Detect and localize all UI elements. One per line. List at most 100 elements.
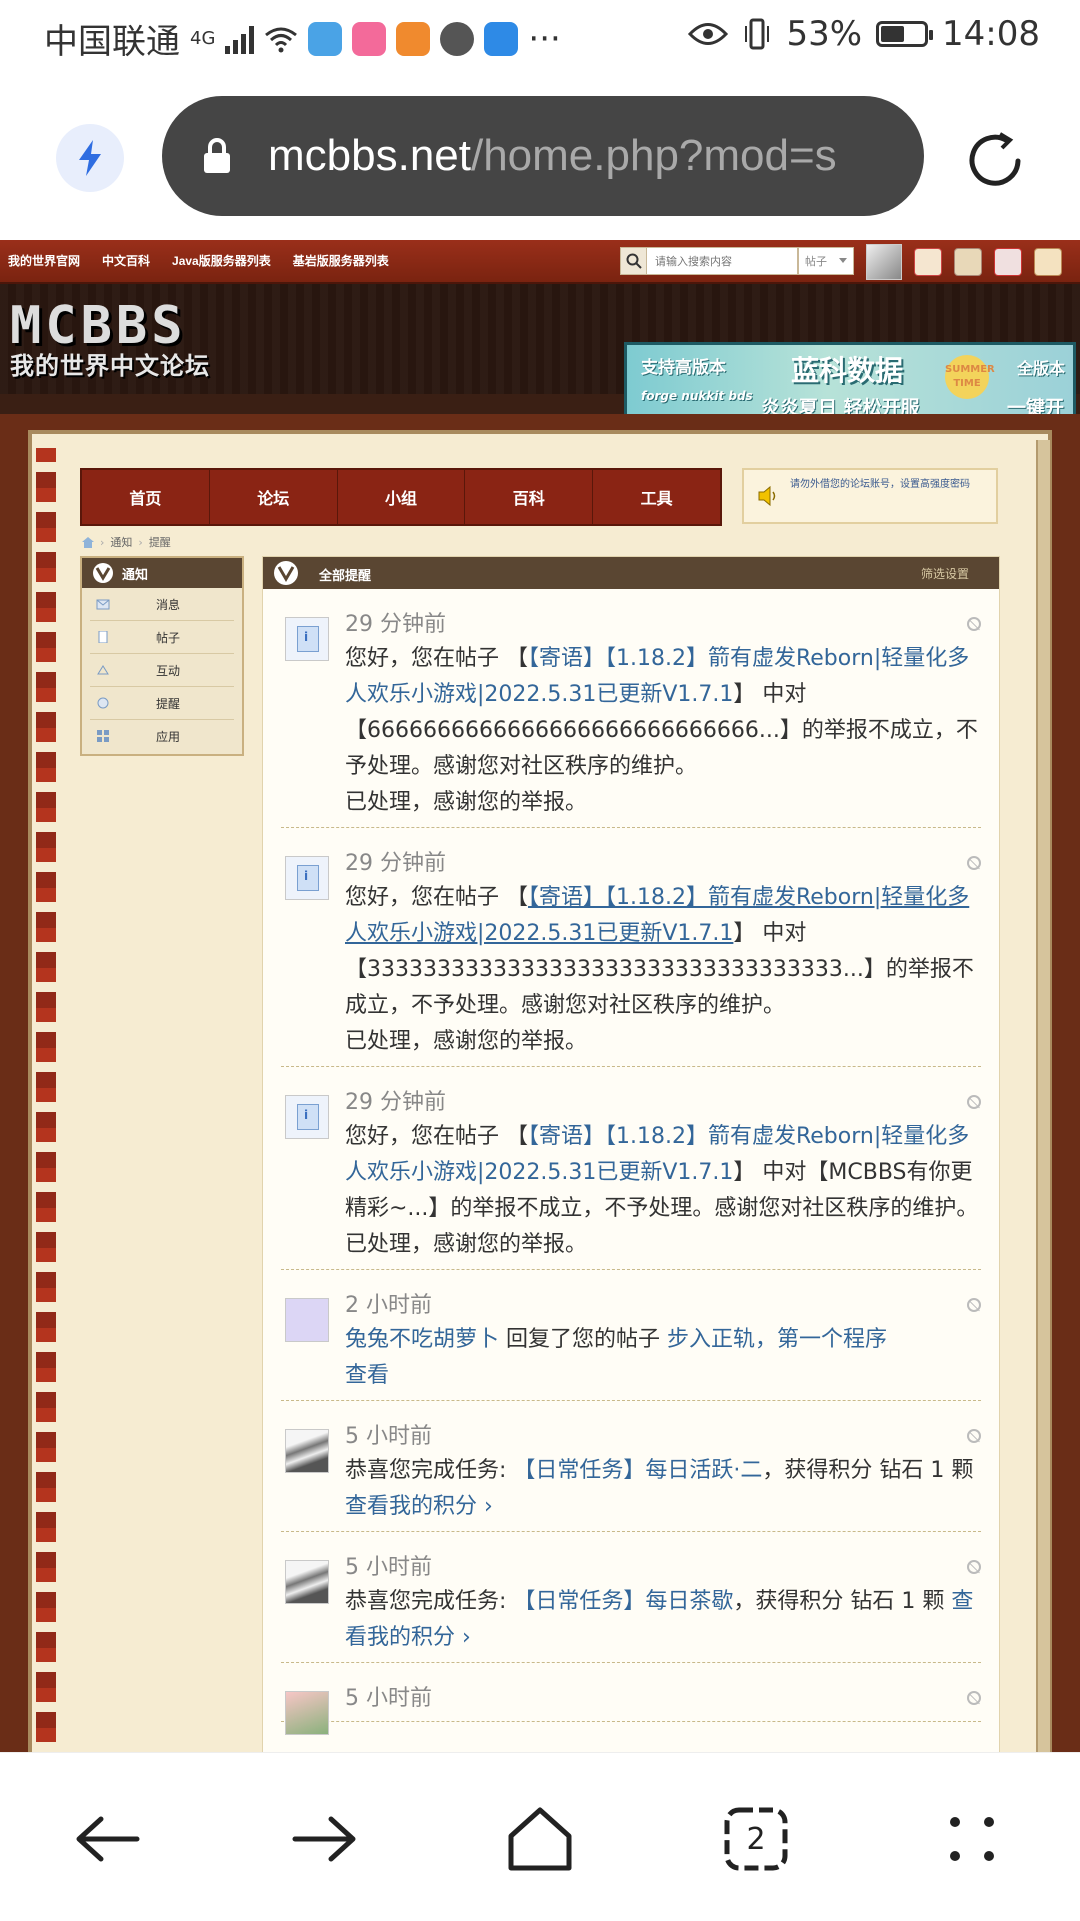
back-button[interactable] xyxy=(58,1789,158,1889)
browser-app-icon xyxy=(440,21,475,56)
potion-icon[interactable] xyxy=(994,248,1022,276)
nav-forum[interactable]: 论坛 xyxy=(210,470,338,524)
nav-wiki[interactable]: 百科 xyxy=(465,470,594,524)
forum-top-bar: 我的世界官网 中文百科 Java版服务器列表 基岩版服务器列表 帖子 xyxy=(0,240,1080,284)
mcbbs-badge-icon xyxy=(274,561,298,585)
reminder-icon xyxy=(97,697,109,709)
sidebar-item-label: 消息 xyxy=(156,597,181,612)
system-notice-avatar xyxy=(285,856,329,900)
notification-text: 您好，您在帖子 【 xyxy=(345,646,528,671)
search-type-select[interactable]: 帖子 xyxy=(798,247,854,275)
bulb-app-icon xyxy=(484,21,519,56)
sidebar-item-interaction[interactable]: 互动 xyxy=(90,654,234,687)
battery-percent: 53% xyxy=(786,14,863,54)
battery-level xyxy=(881,26,905,42)
user-avatar[interactable] xyxy=(285,1298,329,1342)
box-icon[interactable] xyxy=(954,248,982,276)
address-bar[interactable]: mcbbs.net/home.php?mod=s xyxy=(162,96,924,216)
notification-status: 已处理，感谢您的举报。 xyxy=(345,1232,588,1257)
notification-list-panel: 全部提醒 筛选设置 29 分钟前 您好，您在帖子 【【寄语】【1.18.2】箭有… xyxy=(262,556,1000,1752)
breadcrumb: › 通知 › 提醒 xyxy=(82,534,171,550)
nav-groups[interactable]: 小组 xyxy=(338,470,466,524)
home-button[interactable] xyxy=(490,1789,590,1889)
sidebar-header: 通知 xyxy=(82,558,242,588)
notice-text[interactable]: 请勿外借您的论坛账号，设置高强度密码 xyxy=(790,478,990,492)
task-link[interactable]: 【日常任务】每日活跃·二 xyxy=(513,1458,762,1483)
top-link-official[interactable]: 我的世界官网 xyxy=(8,252,80,269)
eye-icon xyxy=(688,23,729,45)
video-app-icon xyxy=(396,21,431,56)
view-link[interactable]: 查看 xyxy=(345,1363,389,1388)
ignore-icon[interactable] xyxy=(967,1691,981,1705)
mcbbs-logo[interactable]: MCBBS 我的世界中文论坛 xyxy=(10,296,260,382)
content-title: 全部提醒 xyxy=(319,569,372,584)
top-link-wiki[interactable]: 中文百科 xyxy=(102,252,150,269)
reload-icon[interactable] xyxy=(962,128,1028,194)
sidebar-item-messages[interactable]: 消息 xyxy=(90,588,234,621)
system-notice-avatar xyxy=(285,1095,329,1139)
menu-button[interactable] xyxy=(922,1789,1022,1889)
breadcrumb-separator: › xyxy=(138,535,143,549)
ad-banner[interactable]: 支持高版本 forge nukkit bds 蓝科数据 炎炎夏日 轻松开服 SU… xyxy=(624,342,1076,446)
ignore-icon[interactable] xyxy=(967,1429,981,1443)
notification-sidebar: 通知 消息 帖子 互动 提醒 应用 xyxy=(80,556,244,756)
cake-icon[interactable] xyxy=(914,248,942,276)
search-button[interactable] xyxy=(621,248,647,274)
top-links: 我的世界官网 中文百科 Java版服务器列表 基岩版服务器列表 xyxy=(8,252,389,269)
signal-icon xyxy=(225,24,255,54)
filter-settings-link[interactable]: 筛选设置 xyxy=(921,565,969,582)
view-credits-link[interactable]: 查看我的积分 › xyxy=(345,1494,493,1519)
status-left: 中国联通 4G ··· xyxy=(44,14,561,63)
home-icon[interactable] xyxy=(82,536,94,548)
search-type-value: 帖子 xyxy=(805,255,827,268)
notice-box: 请勿外借您的论坛账号，设置高强度密码 xyxy=(742,468,998,524)
banner-text-5: 全版本 xyxy=(1017,359,1066,378)
user-avatar xyxy=(285,1429,329,1473)
top-link-bedrock-servers[interactable]: 基岩版服务器列表 xyxy=(293,252,389,269)
notification-text: 恭喜您完成任务: xyxy=(345,1458,514,1483)
status-right: 53% 14:08 xyxy=(688,14,1040,54)
ignore-icon[interactable] xyxy=(967,1560,981,1574)
ignore-icon[interactable] xyxy=(967,617,981,631)
notification-text: 恭喜您完成任务: xyxy=(345,1589,514,1614)
main-nav: 首页 论坛 小组 百科 工具 xyxy=(80,468,722,526)
arrow-right-icon xyxy=(292,1816,356,1862)
carrier-label: 中国联通 xyxy=(44,22,180,62)
username-link[interactable]: 兔兔不吃胡萝卜 xyxy=(345,1327,499,1352)
notification-time: 5 小时前 xyxy=(345,1686,432,1711)
envelope-icon xyxy=(96,599,110,610)
notification-time: 5 小时前 xyxy=(345,1424,432,1449)
notification-body: 您好，您在帖子 【【寄语】【1.18.2】箭有虚发Reborn|轻量化多人欢乐小… xyxy=(345,641,981,821)
notification-time: 29 分钟前 xyxy=(345,851,446,876)
bilibili-icon xyxy=(352,21,387,56)
interaction-icon xyxy=(97,665,109,675)
breadcrumb-separator: › xyxy=(100,535,105,549)
ignore-icon[interactable] xyxy=(967,1298,981,1312)
sidebar-item-apps[interactable]: 应用 xyxy=(90,720,234,752)
forward-button[interactable] xyxy=(274,1789,374,1889)
search-input[interactable] xyxy=(647,253,797,269)
wifi-icon xyxy=(265,27,298,52)
notification-status: 已处理，感谢您的举报。 xyxy=(345,790,588,815)
thread-link[interactable]: 步入正轨，第一个程序 xyxy=(667,1327,887,1352)
tabs-button[interactable]: 2 xyxy=(706,1789,806,1889)
sidebar-item-label: 提醒 xyxy=(156,696,181,711)
lightning-button[interactable] xyxy=(56,124,124,192)
user-avatar[interactable] xyxy=(866,244,902,280)
status-bar: 中国联通 4G ··· 53% 14:08 xyxy=(0,0,1080,76)
palette-icon[interactable] xyxy=(1034,248,1062,276)
breadcrumb-notifications[interactable]: 通知 xyxy=(110,534,132,550)
nav-home[interactable]: 首页 xyxy=(82,470,210,524)
top-link-java-servers[interactable]: Java版服务器列表 xyxy=(172,252,271,269)
notification-body: 您好，您在帖子 【【寄语】【1.18.2】箭有虚发Reborn|轻量化多人欢乐小… xyxy=(345,880,981,1060)
sidebar-item-reminders[interactable]: 提醒 xyxy=(90,687,234,720)
app-notification-icon xyxy=(308,21,343,56)
nav-tools[interactable]: 工具 xyxy=(593,470,720,524)
arrow-left-icon xyxy=(76,1816,140,1862)
notification-text: 您好，您在帖子 【 xyxy=(345,1124,528,1149)
logo-main-text: MCBBS xyxy=(10,296,187,356)
task-link[interactable]: 【日常任务】每日茶歇 xyxy=(513,1589,733,1614)
ignore-icon[interactable] xyxy=(967,856,981,870)
ignore-icon[interactable] xyxy=(967,1095,981,1109)
sidebar-item-posts[interactable]: 帖子 xyxy=(90,621,234,654)
